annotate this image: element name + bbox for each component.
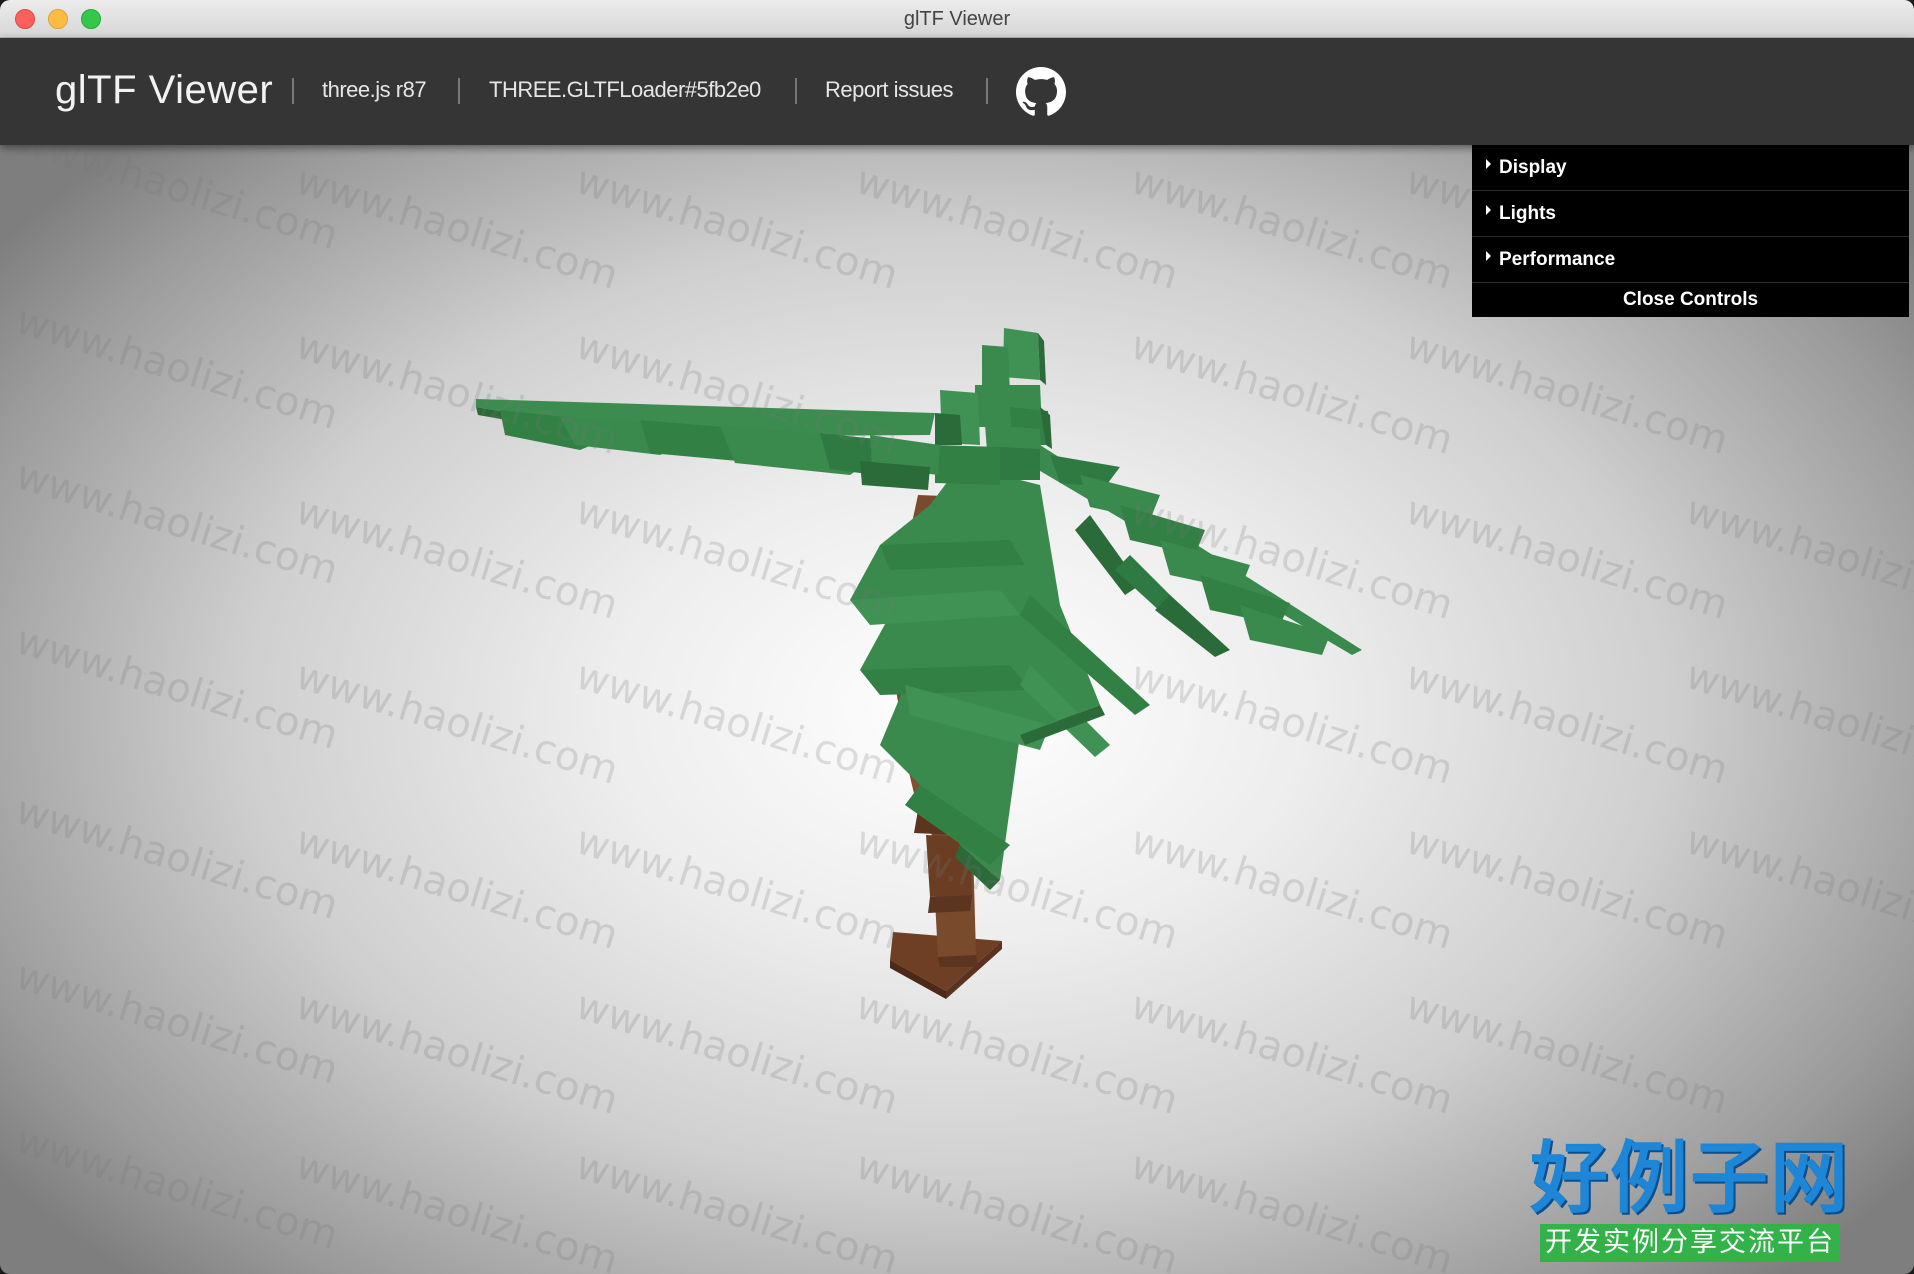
close-controls-button[interactable]: Close Controls <box>1472 283 1909 317</box>
folder-label: Display <box>1499 157 1567 178</box>
folder-lights[interactable]: Lights <box>1472 191 1909 237</box>
caret-right-icon <box>1486 205 1491 215</box>
header-divider <box>292 78 294 104</box>
site-logo: 好例子网 开发实例分享交流平台 <box>1530 1136 1850 1266</box>
window-title: glTF Viewer <box>903 8 1011 30</box>
app-window: glTF Viewer glTF Viewer three.js r87 THR… <box>0 0 1914 1274</box>
report-issues-link[interactable]: Report issues <box>825 77 954 103</box>
folder-label: Performance <box>1499 249 1616 270</box>
logo-subtitle: 开发实例分享交流平台 <box>1540 1224 1840 1262</box>
controls-panel: Display Lights Performance Close Control… <box>1472 145 1909 317</box>
window-titlebar: glTF Viewer <box>0 0 1914 38</box>
header-divider <box>795 78 797 104</box>
brand-title: glTF Viewer <box>55 68 274 112</box>
header-divider <box>458 78 460 104</box>
gltfloader-version-link[interactable]: THREE.GLTFLoader#5fb2e0 <box>489 77 761 103</box>
github-icon[interactable] <box>1016 67 1066 117</box>
caret-right-icon <box>1486 251 1491 261</box>
folder-performance[interactable]: Performance <box>1472 237 1909 283</box>
app-header: glTF Viewer three.js r87 THREE.GLTFLoade… <box>0 38 1914 145</box>
caret-right-icon <box>1486 159 1491 169</box>
threejs-version-link[interactable]: three.js r87 <box>322 77 427 103</box>
folder-label: Lights <box>1499 203 1556 224</box>
logo-title: 好例子网 <box>1530 1133 1851 1224</box>
header-divider <box>986 78 988 104</box>
folder-display[interactable]: Display <box>1472 145 1909 191</box>
